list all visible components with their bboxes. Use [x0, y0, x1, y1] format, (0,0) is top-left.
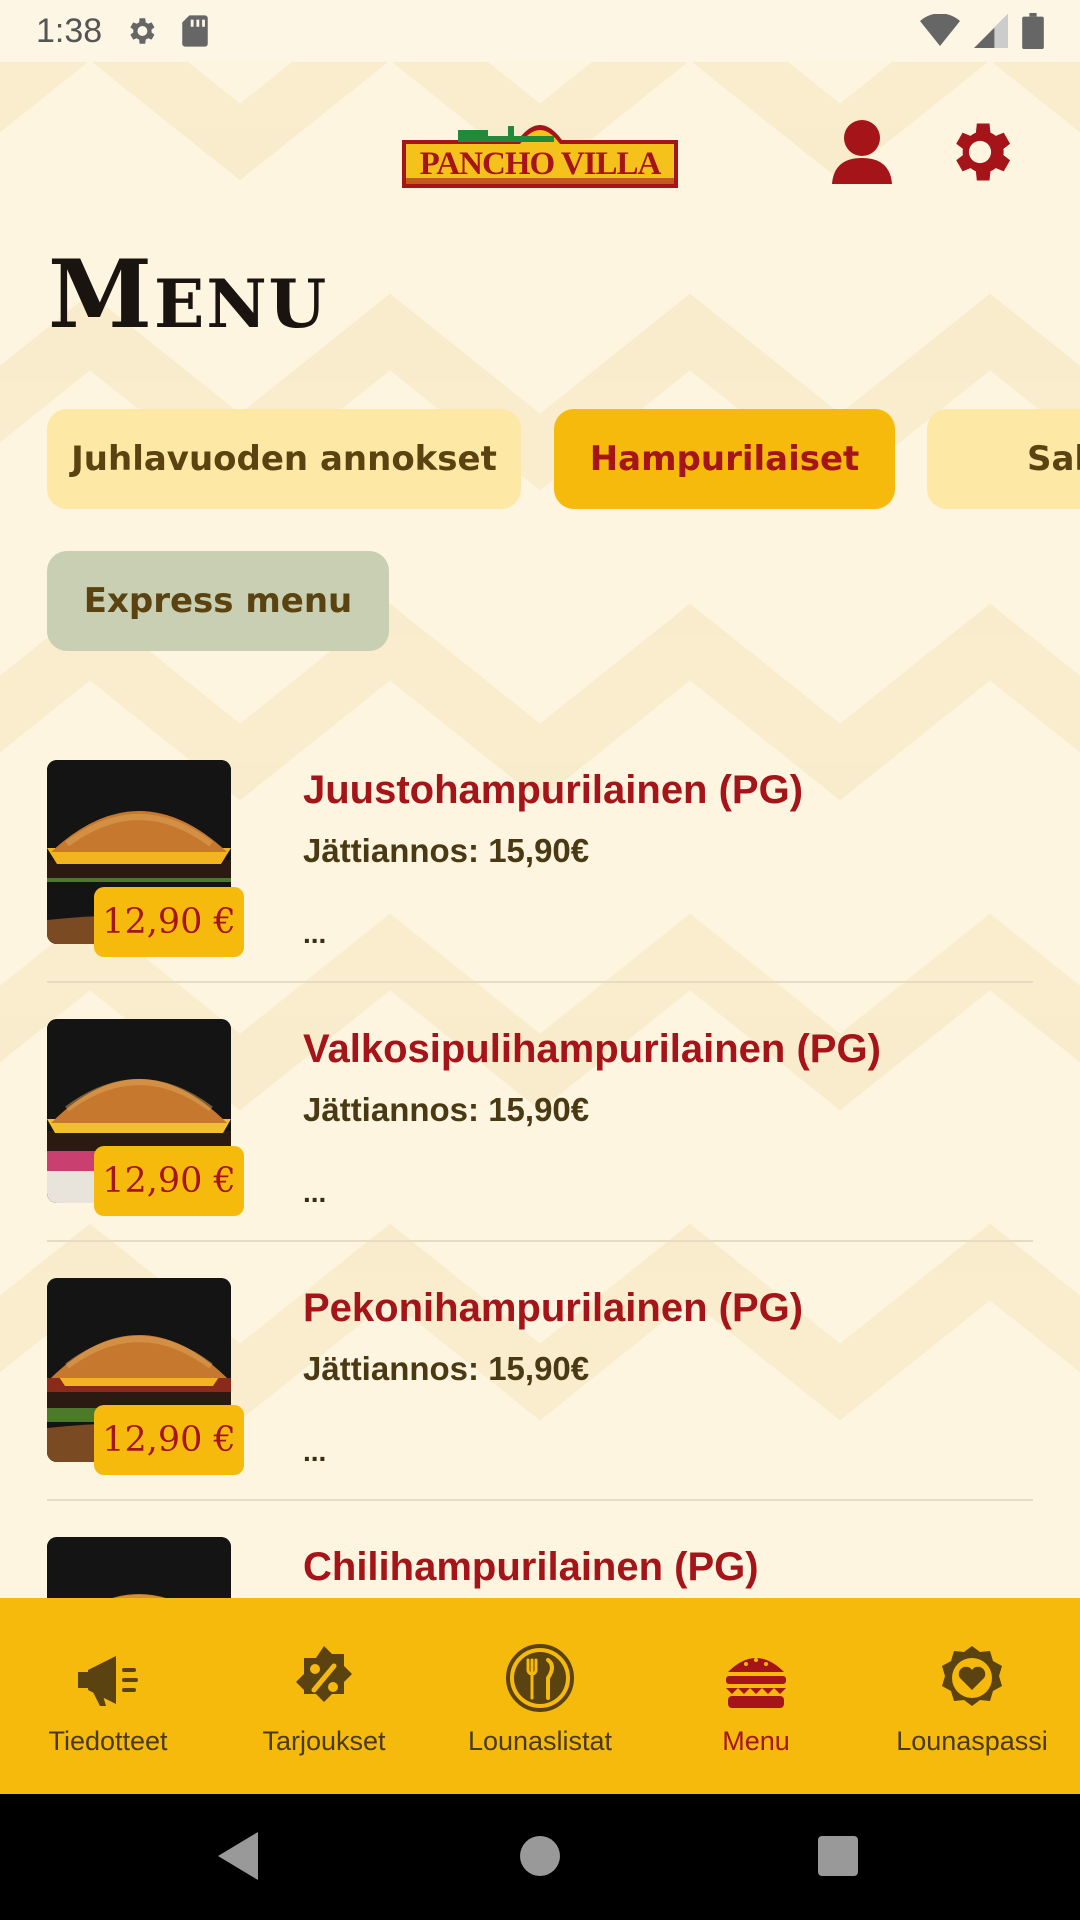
- menu-item[interactable]: Chilihampurilainen (PG): [0, 1537, 1080, 1598]
- sd-card-icon: [182, 15, 208, 47]
- item-subtitle: Jättiannos: 15,90€: [303, 1350, 590, 1387]
- nav-label: Menu: [722, 1726, 790, 1756]
- system-navigation-bar: [0, 1794, 1080, 1920]
- gear-icon: [956, 123, 1011, 181]
- item-description: ...: [303, 1177, 327, 1208]
- person-icon: [832, 120, 892, 184]
- category-chip-juhlavuoden-annokset[interactable]: Juhlavuoden annokset: [47, 409, 521, 509]
- nav-item-lounaslistat[interactable]: Lounaslistat: [432, 1598, 648, 1794]
- settings-button[interactable]: [942, 114, 1018, 190]
- nav-item-lounaspassi[interactable]: Lounaspassi: [864, 1598, 1080, 1794]
- menu-item[interactable]: 12,90 € Pekonihampurilainen (PG) Jättian…: [0, 1278, 1080, 1536]
- item-description: ...: [303, 918, 327, 949]
- category-chip-express-menu[interactable]: Express menu: [47, 551, 389, 651]
- divider: [47, 1499, 1033, 1501]
- category-chip-sal[interactable]: Sal: [927, 409, 1080, 509]
- item-name: Pekonihampurilainen (PG): [303, 1286, 804, 1330]
- gear-icon: [130, 18, 155, 44]
- heart-badge-icon: [942, 1646, 1002, 1706]
- discount-badge-icon: [296, 1646, 352, 1702]
- plate-cutlery-icon: [506, 1644, 574, 1712]
- nav-label: Tiedotteet: [48, 1726, 168, 1756]
- burger-icon: [726, 1658, 786, 1708]
- divider: [47, 1240, 1033, 1242]
- nav-item-tarjoukset[interactable]: Tarjoukset: [216, 1598, 432, 1794]
- item-subtitle: Jättiannos: 15,90€: [303, 1091, 590, 1128]
- category-chip-hampurilaiset[interactable]: Hampurilaiset: [554, 409, 895, 509]
- status-time: 1:38: [36, 11, 103, 50]
- item-subtitle: Jättiannos: 15,90€: [303, 832, 590, 869]
- status-bar: 1:38: [0, 0, 1080, 62]
- logo-text: PANCHO VILLA: [419, 146, 662, 182]
- price-tag: 12,90 €: [94, 1146, 244, 1216]
- menu-item[interactable]: 12,90 € Valkosipulihampurilainen (PG) Jä…: [0, 1019, 1080, 1277]
- nav-label: Tarjoukset: [262, 1726, 386, 1756]
- item-description: ...: [303, 1436, 327, 1467]
- app-header: PANCHO VILLA: [0, 62, 1080, 237]
- megaphone-icon: [78, 1656, 138, 1706]
- nav-item-tiedotteet[interactable]: Tiedotteet: [0, 1598, 216, 1794]
- nav-item-menu[interactable]: Menu: [648, 1598, 864, 1794]
- menu-item[interactable]: 12,90 € Juustohampurilainen (PG) Jättian…: [0, 760, 1080, 1018]
- pancho-villa-logo[interactable]: PANCHO VILLA: [398, 110, 682, 190]
- item-name: Juustohampurilainen (PG): [303, 768, 804, 812]
- price-tag: 12,90 €: [94, 1405, 244, 1475]
- back-icon[interactable]: [208, 1826, 268, 1886]
- wifi-icon: [920, 14, 960, 46]
- page-title: Menu: [48, 240, 329, 350]
- battery-icon: [1022, 13, 1044, 49]
- burger-image: [47, 1537, 231, 1598]
- price-tag: 12,90 €: [94, 887, 244, 957]
- nav-label: Lounaspassi: [896, 1726, 1048, 1756]
- divider: [47, 981, 1033, 983]
- nav-label: Lounaslistat: [467, 1726, 613, 1756]
- item-name: Valkosipulihampurilainen (PG): [303, 1027, 881, 1071]
- home-icon[interactable]: [510, 1826, 570, 1886]
- bottom-navigation: Tiedotteet Tarjoukset Lounaslistat Menu …: [0, 1598, 1080, 1794]
- profile-button[interactable]: [824, 114, 900, 190]
- item-name: Chilihampurilainen (PG): [303, 1545, 759, 1589]
- recents-icon[interactable]: [808, 1826, 868, 1886]
- signal-icon: [974, 14, 1008, 48]
